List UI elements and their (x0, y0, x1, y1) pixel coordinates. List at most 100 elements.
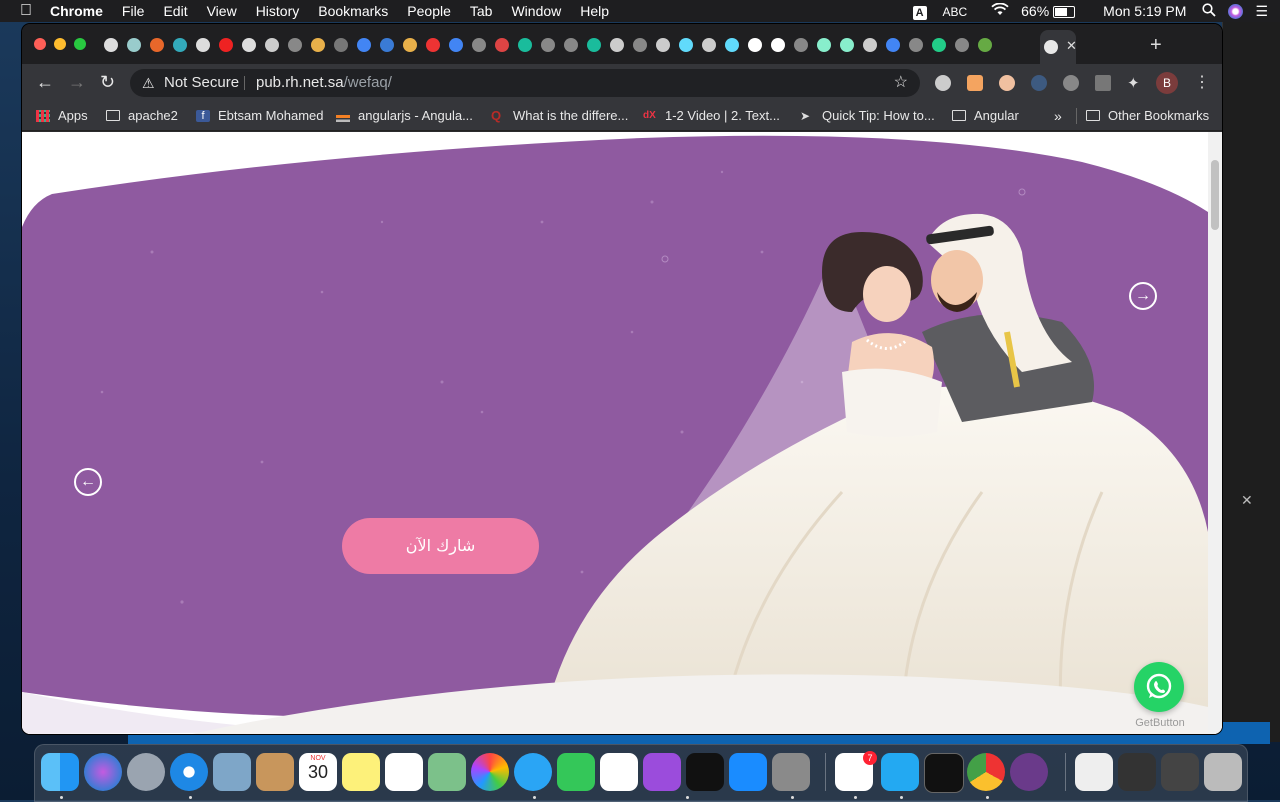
stats-app-icon[interactable] (1010, 753, 1048, 791)
tab-favicon-icon[interactable] (702, 38, 716, 52)
menu-tab[interactable]: Tab (470, 3, 493, 19)
menu-view[interactable]: View (207, 3, 237, 19)
tab-favicon-icon[interactable] (886, 38, 900, 52)
menu-history[interactable]: History (256, 3, 300, 19)
tab-favicon-icon[interactable] (288, 38, 302, 52)
carousel-next-arrow-icon[interactable]: → (1129, 282, 1157, 310)
bookmark-angularjs[interactable]: angularjs - Angula... (336, 108, 473, 123)
bookmark-ebtsam-mohamed[interactable]: f Ebtsam Mohamed (196, 108, 324, 123)
minimize-window-button[interactable] (54, 38, 66, 50)
menu-window[interactable]: Window (511, 3, 561, 19)
tab-favicon-icon[interactable] (955, 38, 969, 52)
bookmark-other-bookmarks[interactable]: Other Bookmarks (1086, 108, 1209, 123)
mail-icon[interactable] (213, 753, 251, 791)
messages-icon[interactable] (514, 753, 552, 791)
spotlight-search-icon[interactable] (1202, 2, 1217, 20)
tab-favicon-icon[interactable] (909, 38, 923, 52)
extension-icon-6[interactable] (1095, 75, 1111, 91)
notification-center-icon[interactable]: ☰ (1255, 3, 1268, 20)
bookmark-apache2[interactable]: apache2 (106, 108, 178, 123)
extensions-puzzle-icon[interactable]: ✦ (1127, 74, 1143, 92)
siri-icon[interactable] (1228, 3, 1244, 19)
menu-edit[interactable]: Edit (163, 3, 187, 19)
clock[interactable]: Mon 5:19 PM (1103, 3, 1186, 19)
tab-favicon-icon[interactable] (932, 38, 946, 52)
close-window-button[interactable] (34, 38, 46, 50)
maps-icon[interactable] (428, 753, 466, 791)
tab-favicon-icon[interactable] (426, 38, 440, 52)
extension-icon-1[interactable] (935, 75, 951, 91)
apple-menu-icon[interactable]:  (20, 3, 36, 19)
tab-favicon-icon[interactable] (127, 38, 141, 52)
extension-icon-5[interactable] (1063, 75, 1079, 91)
tab-favicon-icon[interactable] (817, 38, 831, 52)
photos-icon[interactable] (471, 753, 509, 791)
tab-favicon-icon[interactable] (587, 38, 601, 52)
tab-favicon-icon[interactable] (472, 38, 486, 52)
scrollbar-thumb[interactable] (1211, 160, 1219, 230)
vscode-icon[interactable] (881, 753, 919, 791)
whatsapp-chat-button[interactable] (1134, 662, 1184, 712)
menu-app-chrome[interactable]: Chrome (50, 3, 103, 19)
tab-favicon-icon[interactable] (564, 38, 578, 52)
tab-favicon-icon[interactable] (219, 38, 233, 52)
tab-favicon-icon[interactable] (495, 38, 509, 52)
participate-now-button[interactable]: شارك الآن (342, 518, 539, 574)
terminal-icon[interactable] (924, 753, 964, 793)
launchpad-icon[interactable] (127, 753, 165, 791)
menu-people[interactable]: People (407, 3, 451, 19)
tab-favicon-icon[interactable] (518, 38, 532, 52)
tab-favicon-icon[interactable] (196, 38, 210, 52)
podcasts-icon[interactable] (643, 753, 681, 791)
notes-icon[interactable] (342, 753, 380, 791)
tab-favicon-icon[interactable] (610, 38, 624, 52)
profile-avatar[interactable]: B (1156, 72, 1178, 94)
tab-favicon-icon[interactable] (403, 38, 417, 52)
warning-icon[interactable]: ⚠ (142, 69, 155, 97)
carousel-prev-arrow-icon[interactable]: ← (74, 468, 102, 496)
tab-favicon-icon[interactable] (150, 38, 164, 52)
apple-tv-icon[interactable] (686, 753, 724, 791)
trash-icon[interactable] (1204, 753, 1242, 791)
bookmark-apps[interactable]: Apps (36, 108, 88, 123)
new-tab-button[interactable]: + (1150, 34, 1162, 57)
tab-favicon-icon[interactable] (242, 38, 256, 52)
tab-favicon-icon[interactable] (840, 38, 854, 52)
reload-icon[interactable]: ↻ (100, 73, 115, 91)
system-preferences-icon[interactable] (772, 753, 810, 791)
tab-favicon-icon[interactable] (265, 38, 279, 52)
back-arrow-icon[interactable]: ← (36, 73, 54, 91)
tab-favicon-icon[interactable] (380, 38, 394, 52)
bookmark-quick-tip[interactable]: ➤ Quick Tip: How to... (800, 108, 935, 123)
menu-file[interactable]: File (122, 3, 145, 19)
bookmark-star-icon[interactable]: ☆ (894, 69, 908, 97)
extension-icon-4[interactable] (1031, 75, 1047, 91)
document-icon[interactable] (1075, 753, 1113, 791)
tab-favicon-icon[interactable] (541, 38, 555, 52)
finder-icon[interactable] (41, 753, 79, 791)
tab-favicon-icon[interactable] (449, 38, 463, 52)
bookmarks-overflow-button[interactable]: » (1054, 108, 1062, 124)
menu-help[interactable]: Help (580, 3, 609, 19)
tab-favicon-icon[interactable] (633, 38, 647, 52)
tab-favicon-icon[interactable] (748, 38, 762, 52)
menu-bookmarks[interactable]: Bookmarks (318, 3, 388, 19)
contacts-icon[interactable] (256, 753, 294, 791)
bookmark-video[interactable]: dX 1-2 Video | 2. Text... (643, 108, 780, 123)
facetime-icon[interactable] (557, 753, 595, 791)
downloads-stack-icon[interactable] (1161, 753, 1199, 791)
forward-arrow-icon[interactable]: → (68, 73, 86, 91)
screenshot-stack-icon[interactable] (1118, 753, 1156, 791)
tab-close-icon[interactable]: ✕ (1066, 38, 1077, 54)
chrome-icon[interactable] (967, 753, 1005, 791)
bookmark-what-is-the-difference[interactable]: Q What is the differe... (491, 108, 628, 123)
menu-kebab-icon[interactable]: ⋮ (1194, 72, 1210, 92)
tab-favicon-icon[interactable] (679, 38, 693, 52)
calendar-icon[interactable]: NOV 30 (299, 753, 337, 791)
security-status[interactable]: Not Secure (164, 69, 239, 97)
zoom-window-button[interactable] (74, 38, 86, 50)
active-tab[interactable]: ✕ (1040, 30, 1077, 64)
url-text[interactable]: pub.rh.net.sa/wefaq/ (256, 69, 392, 97)
tab-favicon-icon[interactable] (794, 38, 808, 52)
getbutton-caption[interactable]: GetButton (1130, 717, 1190, 729)
